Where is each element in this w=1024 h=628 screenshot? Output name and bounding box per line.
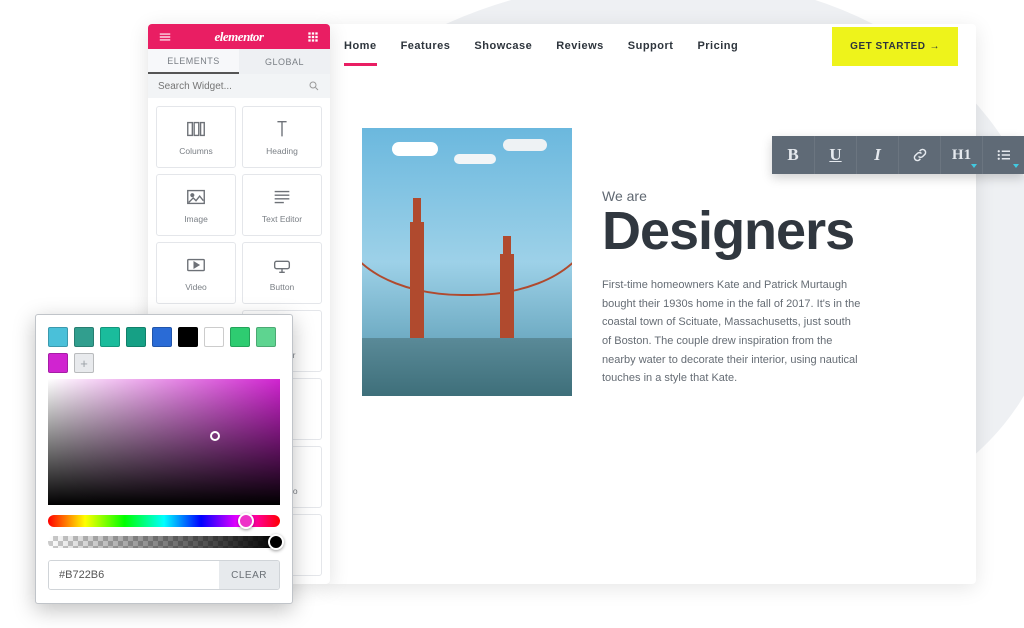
- hue-handle[interactable]: [238, 513, 254, 529]
- saturation-box[interactable]: [48, 379, 280, 505]
- widget-label: Columns: [179, 146, 213, 156]
- nav-item-pricing[interactable]: Pricing: [697, 40, 738, 52]
- nav-item-showcase[interactable]: Showcase: [474, 40, 532, 52]
- swatch-preset[interactable]: [74, 327, 94, 347]
- color-picker: + CLEAR: [35, 314, 293, 604]
- swatch-preset[interactable]: [230, 327, 250, 347]
- apps-grid-icon[interactable]: [306, 30, 320, 44]
- widget-columns[interactable]: Columns: [156, 106, 236, 168]
- nav-item-features[interactable]: Features: [401, 40, 451, 52]
- hero-body: First-time homeowners Kate and Patrick M…: [602, 276, 862, 388]
- search-row: [148, 74, 330, 98]
- list-icon: [995, 146, 1013, 164]
- chevron-down-icon: [971, 164, 977, 168]
- swatch-row-custom: +: [48, 353, 280, 373]
- hero-title: Designers: [602, 204, 862, 258]
- swatch-current[interactable]: [48, 353, 68, 373]
- hero-image-bridge: [362, 128, 572, 396]
- tab-global[interactable]: GLOBAL: [239, 49, 330, 74]
- hex-input[interactable]: [49, 561, 219, 589]
- water: [362, 338, 572, 396]
- swatch-preset[interactable]: [204, 327, 224, 347]
- sidebar-header: elementor: [148, 24, 330, 49]
- arrow-right-icon: →: [930, 41, 941, 52]
- chevron-down-icon: [1013, 164, 1019, 168]
- widget-button[interactable]: Button: [242, 242, 322, 304]
- nav-item-reviews[interactable]: Reviews: [556, 40, 604, 52]
- top-nav: Home Features Showcase Reviews Support P…: [326, 24, 976, 68]
- swatch-add[interactable]: +: [74, 353, 94, 373]
- bold-button[interactable]: B: [772, 136, 814, 174]
- widget-heading[interactable]: Heading: [242, 106, 322, 168]
- widget-video[interactable]: Video: [156, 242, 236, 304]
- link-button[interactable]: [898, 136, 940, 174]
- nav-item-support[interactable]: Support: [628, 40, 674, 52]
- alpha-handle[interactable]: [268, 534, 284, 550]
- hex-row: CLEAR: [48, 560, 280, 590]
- preview-canvas: Home Features Showcase Reviews Support P…: [326, 24, 976, 584]
- cta-get-started[interactable]: GET STARTED →: [832, 27, 958, 66]
- tab-elements[interactable]: ELEMENTS: [148, 49, 239, 74]
- hue-slider[interactable]: [48, 515, 280, 527]
- brand-logo: elementor: [215, 29, 264, 45]
- menu-icon[interactable]: [158, 30, 172, 44]
- italic-button[interactable]: I: [856, 136, 898, 174]
- search-input[interactable]: [158, 81, 308, 92]
- heading-dropdown[interactable]: H1: [940, 136, 982, 174]
- saturation-cursor[interactable]: [210, 431, 220, 441]
- list-dropdown[interactable]: [982, 136, 1024, 174]
- hero-section: We are Designers First-time homeowners K…: [326, 68, 976, 396]
- search-icon[interactable]: [308, 80, 320, 92]
- widget-label: Heading: [266, 146, 298, 156]
- nav-item-home[interactable]: Home: [344, 40, 377, 52]
- widget-label: Text Editor: [262, 214, 302, 224]
- swatch-preset[interactable]: [126, 327, 146, 347]
- swatch-row-presets: [48, 327, 280, 347]
- link-icon: [911, 146, 929, 164]
- swatch-preset[interactable]: [152, 327, 172, 347]
- format-toolbar: B U I H1: [772, 136, 1024, 174]
- widget-image[interactable]: Image: [156, 174, 236, 236]
- widget-label: Image: [184, 214, 208, 224]
- swatch-preset[interactable]: [48, 327, 68, 347]
- swatch-preset[interactable]: [100, 327, 120, 347]
- clear-button[interactable]: CLEAR: [219, 561, 279, 589]
- cta-label: GET STARTED: [850, 41, 925, 52]
- bridge-cable: [362, 216, 572, 296]
- underline-button[interactable]: U: [814, 136, 856, 174]
- clouds: [392, 142, 438, 156]
- sidebar-tabs: ELEMENTS GLOBAL: [148, 49, 330, 74]
- widget-label: Video: [185, 282, 207, 292]
- swatch-preset[interactable]: [178, 327, 198, 347]
- widget-text-editor[interactable]: Text Editor: [242, 174, 322, 236]
- widget-label: Button: [270, 282, 295, 292]
- alpha-slider[interactable]: [48, 536, 280, 548]
- swatch-preset[interactable]: [256, 327, 276, 347]
